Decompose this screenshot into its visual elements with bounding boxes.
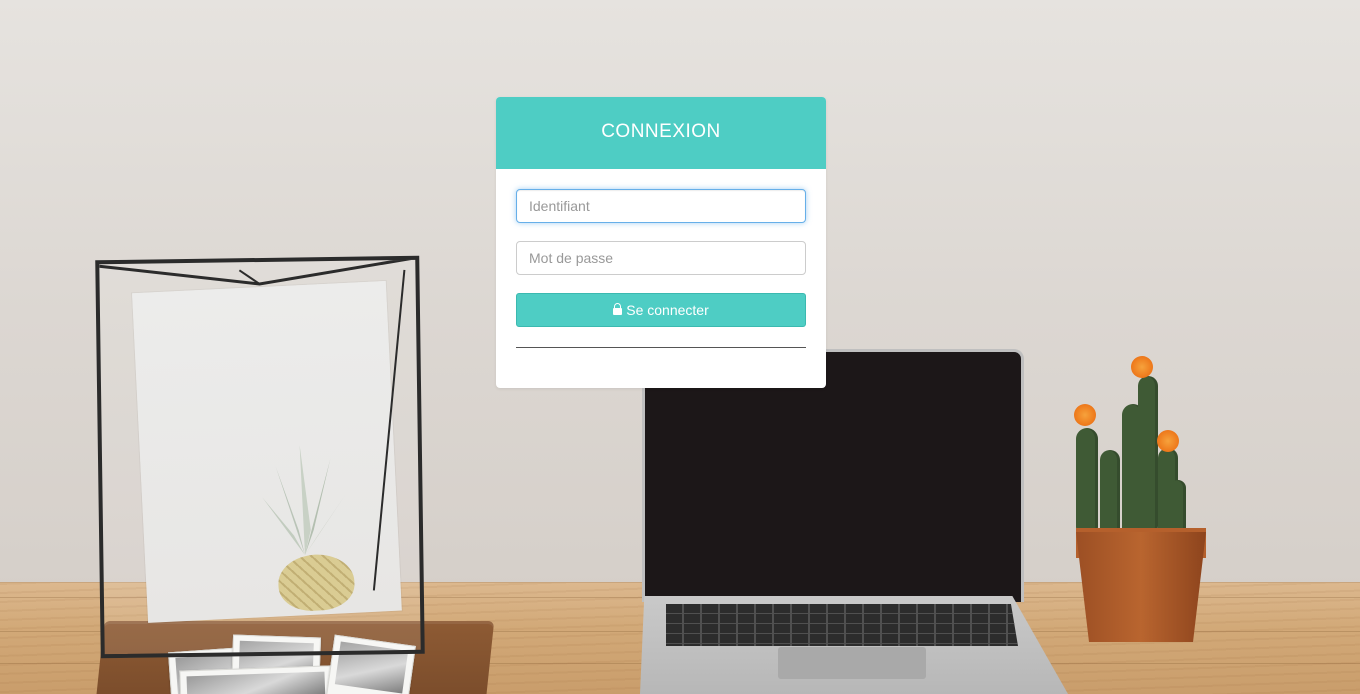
cactus <box>1138 376 1158 536</box>
laptop-keyboard <box>666 604 1018 646</box>
flower-pot <box>1076 532 1206 642</box>
login-form: Se connecter <box>496 169 826 348</box>
cactus-flower <box>1074 404 1096 426</box>
photo-print <box>179 665 333 694</box>
cactus <box>1076 428 1098 538</box>
laptop-trackpad <box>778 647 926 679</box>
cactus-flower <box>1157 430 1179 452</box>
password-input[interactable] <box>516 241 806 275</box>
cactus-flower <box>1131 356 1153 378</box>
cactus <box>1100 450 1120 540</box>
background-photo: CONNEXION Se connecter <box>0 0 1360 694</box>
form-divider <box>516 347 806 348</box>
login-header: CONNEXION <box>496 97 826 169</box>
login-panel: CONNEXION Se connecter <box>496 97 826 388</box>
lock-icon <box>613 303 623 315</box>
login-button-label: Se connecter <box>626 302 709 318</box>
glass-frame <box>95 255 425 659</box>
username-input[interactable] <box>516 189 806 223</box>
login-title: CONNEXION <box>601 121 721 142</box>
login-button[interactable]: Se connecter <box>516 293 806 327</box>
frame-wire <box>99 259 416 591</box>
